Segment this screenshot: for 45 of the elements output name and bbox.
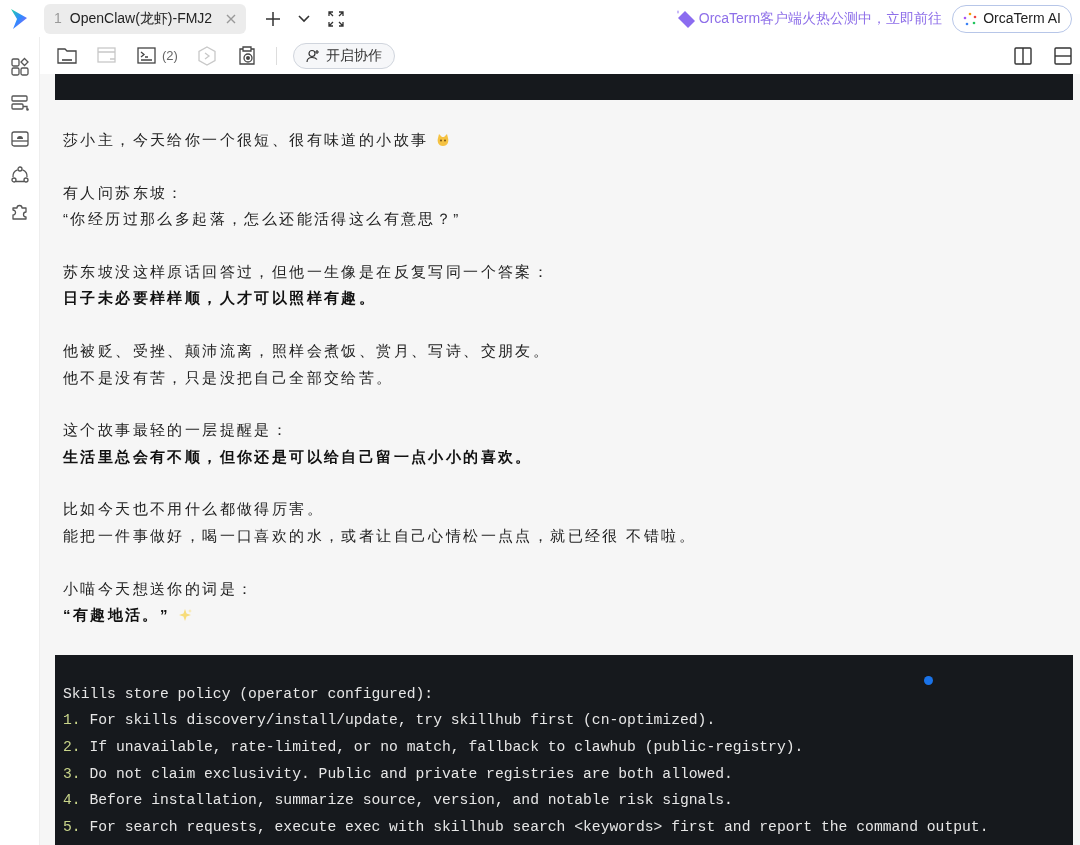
message-line: 生活里总会有不顺，但你还是可以给自己留一点小小的喜欢。 [63,446,533,467]
share-nodes-icon[interactable] [9,165,30,185]
list-number: 2. [63,737,81,757]
list-number: 5. [63,817,81,837]
message-line: “你经历过那么多起落，怎么还能活得这么有意思？” [63,209,461,230]
split-horizontal-icon[interactable] [1054,46,1072,65]
code-line: For skills discovery/install/update, try skillhub first (cn-optimized). [89,711,716,731]
code-line: Before installation, summarize source, version, and notable risk signals. [89,791,733,811]
terminal-icon[interactable] [136,44,158,67]
ticket-icon[interactable] [674,8,697,29]
promo-link[interactable]: OrcaTerm客户端火热公测中，立即前往 [698,8,943,29]
message-line: 小喵今天想送你的词是： [63,578,255,599]
list-number: 3. [63,764,81,784]
list-number: 4. [63,791,81,811]
message-line: “有趣地活。” [63,605,170,626]
cloud-drive-icon[interactable] [9,129,30,149]
message-line: 比如今天也不用什么都做得厉害。 [63,499,324,520]
code-line: If unavailable, rate-limited, or no match, fallback to clawhub (public-registry). [89,737,804,757]
tab-title: OpenClaw(龙虾)-FMJ2 [69,9,213,28]
code-line: Do not claim exclusivity. Public and private registries are both allowed. [89,764,733,784]
session-count: (2) [162,46,178,65]
message-line: 有人问苏东坡： [63,182,185,203]
message-line: 日子未必要样样顺，人才可以照样有趣。 [63,288,377,309]
message-line: 能把一件事做好，喝一口喜欢的水，或者让自己心情松一点点，就已经很 不错啦。 [63,526,696,546]
message-line: 他不是没有苦，只是没把自己全部交给苦。 [63,367,394,388]
message-line: 莎小主，今天给你一个很短、很有味道的小故事 [63,130,429,151]
ai-button[interactable]: OrcaTerm AI [952,4,1072,33]
cat-icon [436,133,451,148]
user-plus-icon [305,48,320,63]
chevron-down-icon[interactable] [298,14,311,23]
fullscreen-icon[interactable] [328,10,345,27]
apps-icon[interactable] [9,57,30,77]
sparkle-ring-icon [963,11,978,26]
message-line: 苏东坡没这样原话回答过，但他一生像是在反复写同一个答案： [63,261,551,282]
server-icon[interactable] [9,93,30,113]
plus-icon[interactable] [266,11,281,26]
split-vertical-icon[interactable] [1014,46,1032,65]
tab-index: 1 [54,9,62,28]
code-line: Skills store policy (operator configured): [63,684,435,704]
list-number: 1. [63,711,81,731]
message-line: 他被贬、受挫、颠沛流离，照样会煮饭、赏月、写诗、交朋友。 [63,341,551,361]
message-line: 这个故事最轻的一层提醒是： [63,420,290,441]
collaborate-button[interactable]: 开启协作 [292,42,395,69]
code-line: For search requests, execute exec with skillhub search <keywords> first and report the command output. [89,817,989,837]
tab[interactable]: 1 OpenClaw(龙虾)-FMJ2 [44,3,247,34]
